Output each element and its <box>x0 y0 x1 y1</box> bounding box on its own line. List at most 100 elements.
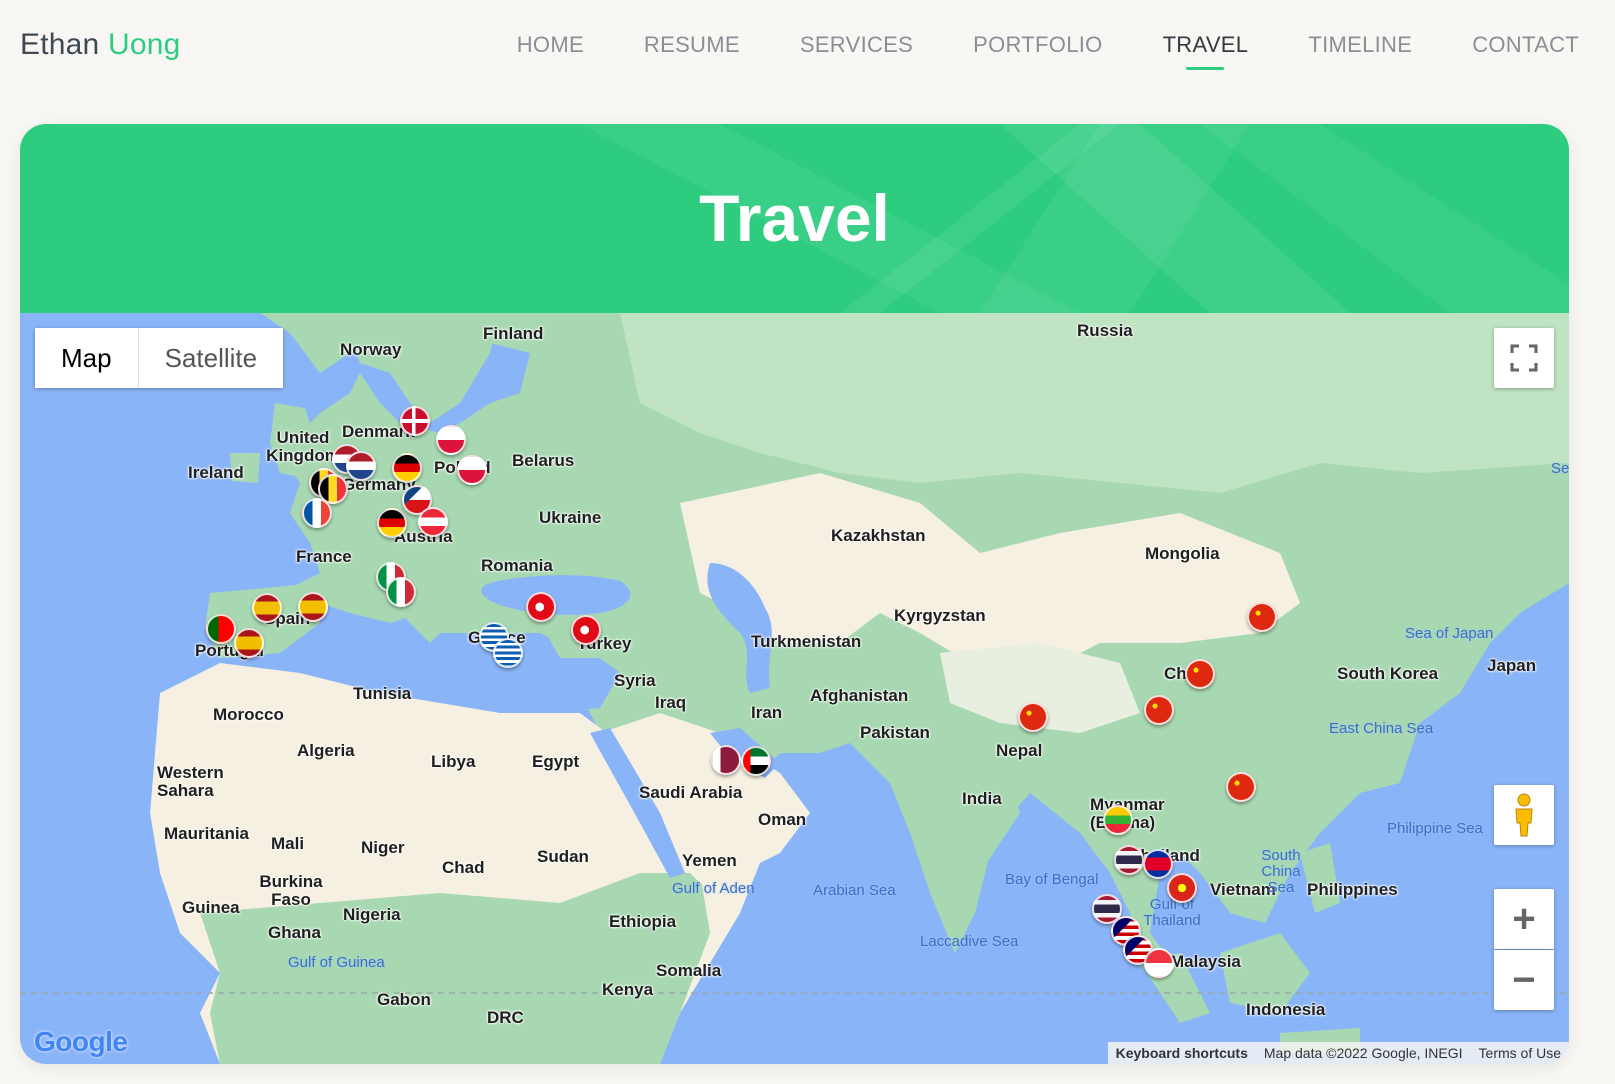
map-type-control: Map Satellite <box>35 328 284 388</box>
travel-marker-portugal[interactable] <box>206 614 236 644</box>
map-label-morocco: Morocco <box>213 705 284 724</box>
map-label-gabon: Gabon <box>377 990 431 1009</box>
nav-contact[interactable]: CONTACT <box>1472 32 1579 68</box>
nav-portfolio[interactable]: PORTFOLIO <box>973 32 1102 68</box>
travel-marker-united-arab-emirates[interactable] <box>741 746 771 776</box>
map-label-afghanistan: Afghanistan <box>810 686 909 705</box>
map-type-map-button[interactable]: Map <box>35 328 139 388</box>
travel-marker-greece[interactable] <box>493 638 523 668</box>
map-label-niger: Niger <box>361 838 405 857</box>
nav-services[interactable]: SERVICES <box>800 32 913 68</box>
nav-timeline[interactable]: TIMELINE <box>1308 32 1412 68</box>
travel-marker-china[interactable] <box>1226 772 1256 802</box>
street-view-pegman-button[interactable] <box>1494 785 1554 845</box>
map-label-libya: Libya <box>431 752 476 771</box>
travel-marker-netherlands[interactable] <box>346 451 376 481</box>
travel-marker-china[interactable] <box>1018 702 1048 732</box>
travel-marker-china[interactable] <box>1185 659 1215 689</box>
map-label-yemen: Yemen <box>682 851 737 870</box>
travel-map[interactable]: Norway Finland Russia Denmark United Kin… <box>20 313 1569 1064</box>
map-data-attribution: Map data ©2022 Google, INEGI <box>1263 1045 1463 1061</box>
pegman-icon <box>1515 793 1533 837</box>
travel-marker-italy[interactable] <box>386 577 416 607</box>
zoom-in-button[interactable]: + <box>1494 889 1554 949</box>
map-label-south-china-sea: South China Sea <box>1261 847 1301 896</box>
map-label-syria: Syria <box>614 671 656 690</box>
map-label-guinea: Guinea <box>182 898 240 917</box>
travel-marker-vietnam[interactable] <box>1167 873 1197 903</box>
map-label-gulf-of-guinea: Gulf of Guinea <box>288 954 385 971</box>
map-label-egypt: Egypt <box>532 752 580 771</box>
map-label-somalia: Somalia <box>656 961 722 980</box>
travel-marker-thailand[interactable] <box>1114 845 1144 875</box>
travel-marker-spain[interactable] <box>234 628 264 658</box>
brand-first-name: Ethan <box>20 28 100 61</box>
zoom-out-icon: − <box>1512 957 1536 1002</box>
map-label-arabian-sea: Arabian Sea <box>813 882 896 899</box>
travel-marker-austria[interactable] <box>418 507 448 537</box>
map-label-chad: Chad <box>442 858 485 877</box>
travel-marker-myanmar[interactable] <box>1103 805 1133 835</box>
travel-marker-singapore[interactable] <box>1144 948 1174 978</box>
travel-marker-spain[interactable] <box>298 592 328 622</box>
travel-marker-poland[interactable] <box>436 425 466 455</box>
map-label-philippine-sea: Philippine Sea <box>1387 820 1483 837</box>
keyboard-shortcuts-link[interactable]: Keyboard shortcuts <box>1108 1045 1256 1061</box>
travel-marker-cambodia[interactable] <box>1143 849 1173 879</box>
brand-last-name: Uong <box>107 28 181 61</box>
map-label-mali: Mali <box>271 834 305 853</box>
map-label-sea-of-japan: Sea of Japan <box>1405 625 1494 642</box>
map-label-indonesia: Indonesia <box>1246 1000 1326 1019</box>
nav-home[interactable]: HOME <box>517 32 584 68</box>
map-label-nepal: Nepal <box>996 741 1043 760</box>
nav-resume[interactable]: RESUME <box>644 32 740 68</box>
travel-marker-germany[interactable] <box>392 453 422 483</box>
map-label-belarus: Belarus <box>512 451 575 470</box>
travel-marker-germany[interactable] <box>377 508 407 538</box>
map-label-ghana: Ghana <box>268 923 321 942</box>
fullscreen-button[interactable] <box>1494 328 1554 388</box>
zoom-in-icon: + <box>1512 896 1536 941</box>
travel-marker-turkey[interactable] <box>571 615 601 645</box>
travel-marker-denmark[interactable] <box>400 406 430 436</box>
travel-marker-turkey[interactable] <box>526 592 556 622</box>
map-label-turkmenistan: Turkmenistan <box>751 632 862 651</box>
map-label-france: France <box>296 547 352 566</box>
travel-marker-china[interactable] <box>1144 695 1174 725</box>
map-label-drc: DRC <box>487 1008 524 1027</box>
travel-marker-qatar[interactable] <box>711 745 741 775</box>
map-label-gulf-of-thailand: Gulf of Thailand <box>1143 896 1201 929</box>
map-label-south-korea: South Korea <box>1337 664 1439 683</box>
zoom-out-button[interactable]: − <box>1494 950 1554 1010</box>
map-label-algeria: Algeria <box>297 741 355 760</box>
map-label-mauritania: Mauritania <box>164 824 250 843</box>
map-label-sudan: Sudan <box>537 847 589 866</box>
nav-travel[interactable]: TRAVEL <box>1163 32 1249 68</box>
terms-of-use-link[interactable]: Terms of Use <box>1471 1045 1569 1061</box>
map-label-western-sahara: Western Sahara <box>157 763 224 800</box>
google-logo: Google <box>34 1026 128 1058</box>
map-label-ukraine: Ukraine <box>539 508 602 527</box>
page-title: Travel <box>699 181 890 255</box>
map-label-japan: Japan <box>1487 656 1537 675</box>
map-label-philippines: Philippines <box>1307 880 1398 899</box>
site-logo[interactable]: Ethan Uong <box>20 28 180 62</box>
travel-marker-china[interactable] <box>1247 602 1277 632</box>
map-label-mongolia: Mongolia <box>1145 544 1220 563</box>
map-label-romania: Romania <box>481 556 553 575</box>
map-label-kazakhstan: Kazakhstan <box>831 526 926 545</box>
travel-marker-spain[interactable] <box>252 593 282 623</box>
map-label-iraq: Iraq <box>655 693 687 712</box>
map-label-iran: Iran <box>751 703 783 722</box>
map-label-india: India <box>962 789 1002 808</box>
travel-marker-poland[interactable] <box>457 455 487 485</box>
travel-card: Travel Norway Finland Russia Denmark Uni… <box>20 124 1569 1064</box>
map-label-kyrgyzstan: Kyrgyzstan <box>894 606 986 625</box>
map-land-layer <box>20 313 1569 1064</box>
map-label-ireland: Ireland <box>188 463 244 482</box>
google-logo-text: Google <box>34 1026 128 1057</box>
fullscreen-icon <box>1510 344 1538 372</box>
map-type-satellite-button[interactable]: Satellite <box>138 328 284 388</box>
map-label-pakistan: Pakistan <box>860 723 930 742</box>
travel-marker-france[interactable] <box>302 498 332 528</box>
